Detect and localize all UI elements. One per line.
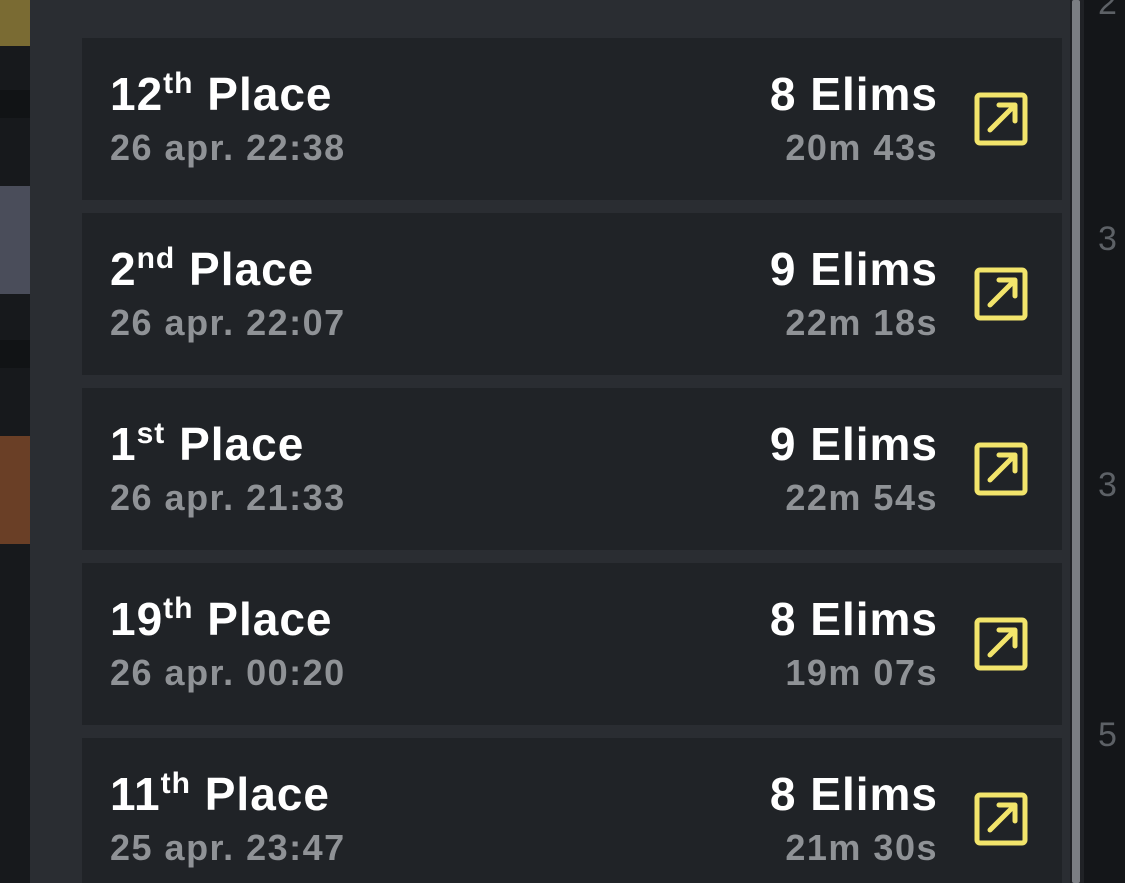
placement-word: Place [207,593,333,645]
external-link-icon[interactable] [974,617,1028,671]
match-placement: 12th Place [110,66,333,122]
match-card[interactable]: 11th Place 25 apr. 23:47 8 Elims 21m 30s [82,738,1062,883]
external-link-icon[interactable] [974,267,1028,321]
match-placement: 1st Place [110,416,304,472]
match-duration: 19m 07s [785,652,938,693]
match-card[interactable]: 19th Place 26 apr. 00:20 8 Elims 19m 07s [82,563,1062,725]
placement-suffix: th [163,67,194,100]
match-datetime: 26 apr. 22:07 [110,302,346,343]
placement-suffix: th [163,592,194,625]
placement-number: 2 [110,243,137,295]
match-elims: 8 Elims [769,68,938,120]
background-value: 3 [1098,466,1117,504]
placement-suffix: th [160,767,191,800]
match-card[interactable]: 2nd Place 26 apr. 22:07 9 Elims 22m 18s [82,213,1062,375]
background-value: 5 [1098,716,1117,754]
external-link-icon[interactable] [974,442,1028,496]
match-placement: 2nd Place [110,241,314,297]
background-divider [0,90,30,118]
scrollbar[interactable] [1070,0,1084,883]
placement-word: Place [189,243,315,295]
match-elims: 8 Elims [769,593,938,645]
match-datetime: 26 apr. 00:20 [110,652,346,693]
placement-word: Place [207,68,333,120]
background-left-column [0,0,30,883]
match-duration: 22m 54s [785,477,938,518]
placement-word: Place [179,418,305,470]
background-divider [0,340,30,368]
placement-number: 11 [110,768,161,820]
match-card[interactable]: 12th Place 26 apr. 22:38 8 Elims 20m 43s [82,38,1062,200]
match-datetime: 26 apr. 21:33 [110,477,346,518]
external-link-icon[interactable] [974,792,1028,846]
match-list: 12th Place 26 apr. 22:38 8 Elims 20m 43s… [82,38,1062,883]
match-placement: 11th Place [110,766,330,822]
match-elims: 9 Elims [769,418,938,470]
scrollbar-thumb[interactable] [1072,0,1080,883]
background-color-swatch [0,186,30,294]
placement-word: Place [204,768,330,820]
background-color-swatch [0,0,30,46]
match-elims: 9 Elims [769,243,938,295]
placement-number: 19 [110,593,164,645]
match-placement: 19th Place [110,591,333,647]
match-duration: 20m 43s [785,127,938,168]
background-value: 2 [1098,0,1117,22]
match-duration: 22m 18s [785,302,938,343]
app-screen: 2 3 3 5 12th Place 26 apr. 22:38 8 Elims… [0,0,1125,883]
placement-suffix: st [136,417,166,450]
placement-number: 1 [110,418,137,470]
placement-number: 12 [110,68,164,120]
placement-suffix: nd [136,242,176,275]
match-datetime: 26 apr. 22:38 [110,127,346,168]
match-elims: 8 Elims [769,768,938,820]
background-value: 3 [1098,220,1117,258]
match-card[interactable]: 1st Place 26 apr. 21:33 9 Elims 22m 54s [82,388,1062,550]
external-link-icon[interactable] [974,92,1028,146]
match-duration: 21m 30s [785,827,938,868]
background-color-swatch [0,436,30,544]
match-datetime: 25 apr. 23:47 [110,827,346,868]
